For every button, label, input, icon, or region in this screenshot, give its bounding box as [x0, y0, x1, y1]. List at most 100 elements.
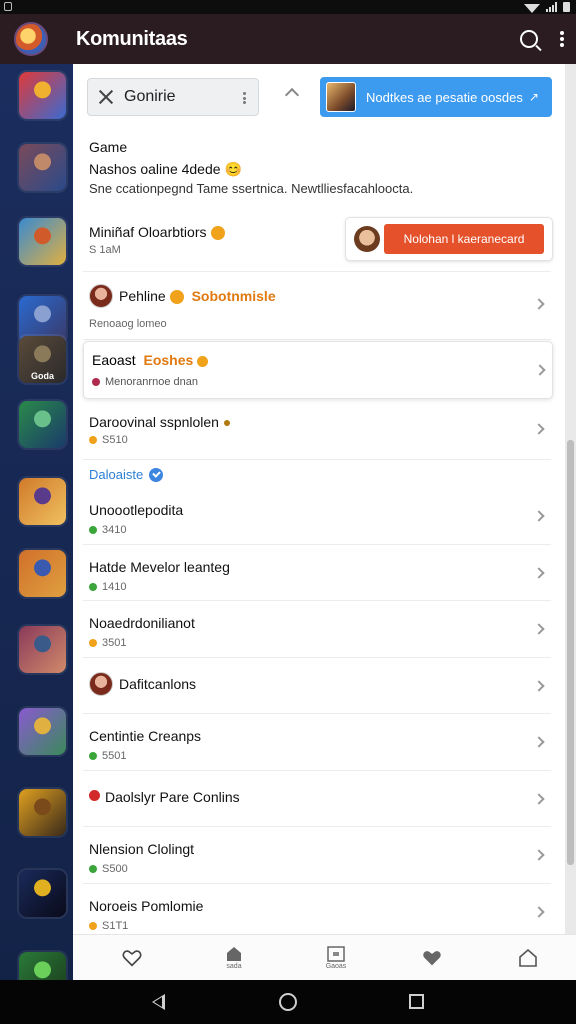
game-icon-5[interactable]: Goda: [19, 336, 66, 383]
list-item-meta: 3410: [89, 524, 126, 536]
list-item-meta-text: S500: [102, 863, 128, 875]
main-content: Nodtkes ae pesatie oosdes ↗ Game Nashos …: [73, 64, 565, 934]
list-item[interactable]: Hatde Mevelor leanteg 1410: [83, 545, 551, 601]
list-item-title: Daolslyr Pare Conlins: [105, 788, 240, 805]
game-icon-3[interactable]: [19, 218, 66, 265]
clear-icon[interactable]: [98, 89, 114, 105]
list-item[interactable]: Unoootlepodita 3410: [83, 488, 551, 545]
shop-icon: [227, 947, 241, 961]
list-item-meta: 1410: [89, 581, 126, 593]
game-icon-11[interactable]: [19, 789, 66, 836]
gallery-icon: [327, 946, 345, 962]
intro-description: Sne ccationpegnd Tame ssertnica. Newtlli…: [89, 181, 414, 196]
nav-liked[interactable]: [402, 935, 462, 981]
list-item-meta-text: 3410: [102, 524, 127, 536]
search-input[interactable]: [124, 88, 234, 106]
search-icon[interactable]: [520, 30, 538, 48]
home-circle-icon[interactable]: [279, 993, 297, 1011]
list-item-title: Pehline Sobotnmisle: [119, 288, 276, 305]
nav-home[interactable]: [498, 935, 558, 981]
list-item[interactable]: Daroovinal sspnlolen ● S510: [83, 400, 551, 460]
game-icon-7[interactable]: [19, 478, 66, 525]
promo-label: Nodtkes ae pesatie oosdes: [366, 89, 523, 105]
list-item-meta-text: 1410: [102, 580, 127, 593]
avatar: [89, 284, 113, 308]
intro-subheading: Nashos oaline 4dede 😊: [89, 161, 242, 177]
game-icon-9[interactable]: [19, 626, 66, 673]
system-nav-bar: [0, 980, 576, 1024]
promo-thumbnail: [326, 82, 356, 112]
list-item-title: Dafitcanlons: [119, 675, 197, 692]
search-options-icon[interactable]: [243, 92, 246, 104]
nav-gallery-label: Gaoas: [325, 963, 347, 970]
status-dot-icon: [89, 526, 97, 534]
badge-icon: [169, 290, 184, 305]
app-logo[interactable]: [14, 22, 48, 56]
promo-button[interactable]: Nodtkes ae pesatie oosdes ↗: [320, 77, 552, 117]
list-item-meta: Renoaog lomeo: [89, 318, 167, 330]
chevron-up-icon[interactable]: [284, 87, 300, 103]
status-icons: [524, 0, 570, 14]
game-icon-8[interactable]: [19, 550, 66, 597]
list-item-title: Noaedrdonilianot: [89, 615, 195, 631]
section-heading: Game: [89, 139, 128, 155]
game-icon-10[interactable]: [19, 708, 66, 755]
nav-shop[interactable]: sada: [204, 935, 264, 981]
list-item[interactable]: Noaedrdonilianot 3501: [83, 601, 551, 658]
game-icon-1[interactable]: [19, 72, 66, 119]
status-dot-icon: [89, 639, 97, 647]
status-dot-icon: [89, 436, 97, 444]
chevron-right-icon: [533, 566, 545, 579]
game-icon-6[interactable]: [19, 401, 66, 448]
verified-icon: [149, 467, 164, 482]
list-item-title: Centintie Creanps: [89, 728, 202, 744]
list-item-meta-text: 3501: [102, 637, 127, 649]
game-rail: Goda: [0, 64, 73, 999]
chevron-right-icon: [533, 510, 545, 522]
battery-icon: [563, 2, 570, 12]
list-item[interactable]: Noroeis Pomlomie S1T1: [83, 884, 551, 935]
chevron-right-icon: [533, 736, 545, 748]
app-title: Komunitaas: [76, 27, 188, 50]
list-item[interactable]: Pehline Sobotnmisle Renoaog lomeo: [83, 272, 551, 340]
chevron-right-icon: [533, 623, 545, 635]
chevron-right-icon: [533, 792, 545, 805]
chevron-right-icon: [533, 298, 545, 310]
alert-dot-icon: [89, 789, 100, 801]
rail-icon-label: Goda: [30, 371, 54, 381]
chevron-right-icon: [533, 423, 545, 435]
status-dot-icon: [89, 865, 97, 873]
list-item[interactable]: Dafitcanlons: [83, 658, 551, 714]
list-item[interactable]: Daolslyr Pare Conlins: [83, 771, 551, 827]
game-icon-2[interactable]: [19, 144, 66, 191]
section-label[interactable]: Daloaiste: [89, 467, 164, 482]
list-item[interactable]: Nlension Clolingt S500: [83, 827, 551, 884]
status-dot-icon: [89, 752, 97, 760]
list-item-title: Unoootlepodita: [89, 502, 184, 518]
list-item-meta: S500: [89, 863, 128, 875]
list-item-title: Hatde Mevelor leanteg: [89, 558, 230, 575]
bottom-nav: sada Gaoas: [73, 934, 576, 980]
list-item[interactable]: Centintie Creanps 5501: [83, 714, 551, 771]
status-dot-icon: [89, 582, 97, 591]
search-field[interactable]: [87, 78, 259, 116]
badge-icon: [197, 355, 209, 367]
notification-icon: [4, 2, 12, 11]
list-item-card[interactable]: Eaoast Eoshes Menoranrnoe dnan: [83, 341, 553, 399]
list-item-title: Noroeis Pomlomie: [89, 897, 204, 914]
nav-gallery[interactable]: Gaoas: [306, 935, 366, 981]
recents-icon[interactable]: [409, 994, 424, 1009]
back-icon[interactable]: [152, 994, 165, 1010]
badge-icon: [210, 226, 225, 241]
avatar: [354, 226, 380, 252]
overflow-menu-icon[interactable]: [560, 31, 564, 47]
game-icon-12[interactable]: [19, 870, 66, 917]
nav-favorites[interactable]: [102, 935, 162, 981]
scrollbar-thumb[interactable]: [567, 440, 574, 865]
featured-action: Nolohan l kaeranecard: [345, 217, 553, 261]
avatar: [89, 671, 113, 696]
chevron-right-icon: [534, 364, 546, 376]
heart-filled-icon: [423, 951, 441, 966]
featured-action-button[interactable]: Nolohan l kaeranecard: [384, 224, 544, 254]
signal-icon: [546, 2, 557, 12]
